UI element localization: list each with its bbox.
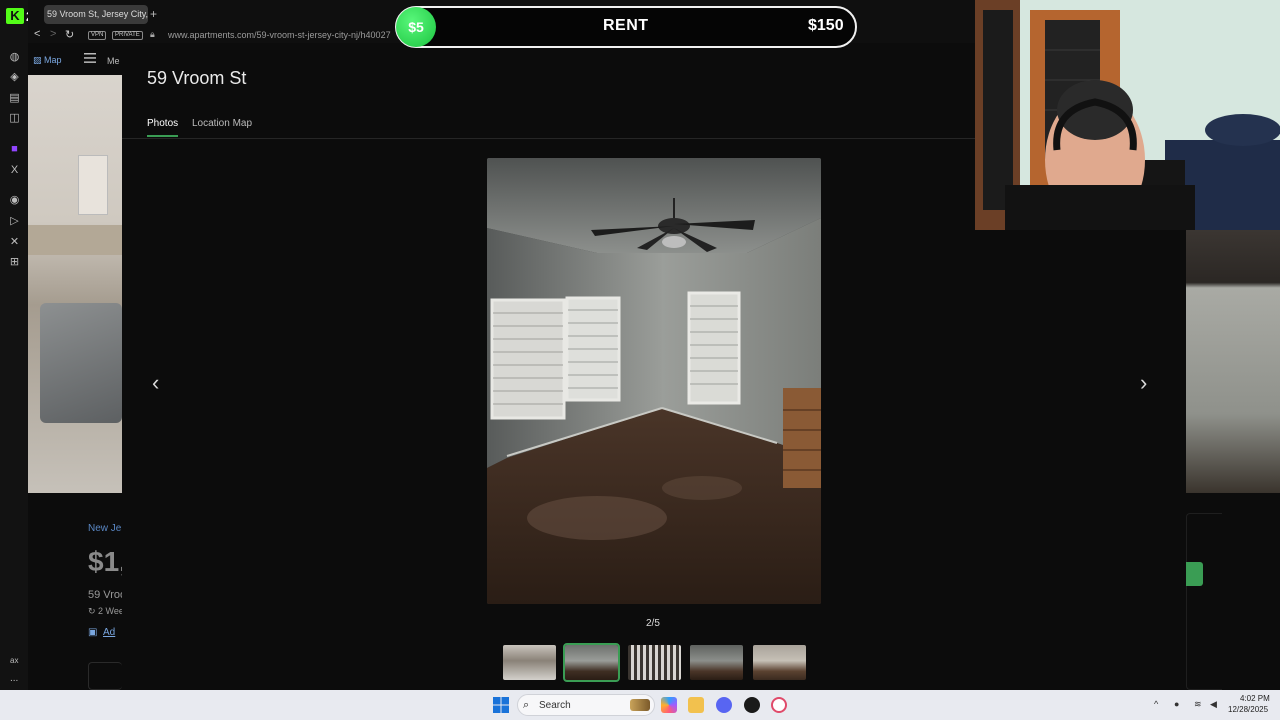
opera-icon[interactable] xyxy=(771,697,787,713)
windows-start-icon[interactable] xyxy=(493,697,509,713)
listing-updated: ↻ 2 Wee xyxy=(88,606,124,616)
private-badge: PRIVATE xyxy=(112,31,143,40)
add-link[interactable]: ▣ Ad xyxy=(88,627,115,638)
kick-logo-icon[interactable]: K xyxy=(6,8,24,24)
webcam-overlay xyxy=(975,0,1280,230)
menu-label[interactable]: Me xyxy=(107,56,120,66)
reload-icon[interactable]: ↻ xyxy=(65,28,74,41)
gamepad-icon[interactable]: ◈ xyxy=(8,71,21,84)
active-tab-indicator xyxy=(147,135,178,137)
copilot-icon[interactable] xyxy=(661,697,677,713)
city-breadcrumb-link[interactable]: New Je xyxy=(88,523,121,534)
app-icon[interactable] xyxy=(744,697,760,713)
map-link[interactable]: ▨ Map xyxy=(33,55,62,66)
microphone-icon[interactable]: ● xyxy=(1174,699,1179,709)
rent-amount: $150 xyxy=(808,17,844,34)
thumbnail-bedroom-1[interactable] xyxy=(563,643,620,682)
rail-label[interactable]: ax xyxy=(10,656,18,665)
file-explorer-icon[interactable] xyxy=(688,697,704,713)
globe-icon[interactable]: ◍ xyxy=(8,51,21,64)
tab-location-map[interactable]: Location Map xyxy=(192,118,252,129)
bag-icon[interactable]: ◫ xyxy=(8,112,21,125)
main-listing-photo xyxy=(487,158,821,604)
tools-icon[interactable]: ✕ xyxy=(8,236,21,249)
add-link-label: Ad xyxy=(103,627,116,638)
thumbnail-kitchen[interactable] xyxy=(503,645,556,680)
back-icon[interactable]: < xyxy=(34,28,40,40)
volume-icon[interactable]: ◀ xyxy=(1210,699,1217,710)
vpn-badge[interactable]: VPN xyxy=(88,31,107,40)
search-placeholder: Search xyxy=(539,700,571,711)
search-icon: ⌕ xyxy=(523,699,530,711)
rent-label: RENT xyxy=(603,17,649,34)
background-contact-button xyxy=(1186,562,1203,586)
hamburger-menu-icon[interactable] xyxy=(84,52,96,64)
background-card xyxy=(88,662,122,690)
photo-counter: 2/5 xyxy=(646,618,660,629)
new-tab-button[interactable]: + xyxy=(150,7,157,21)
rent-coin-badge: $5 xyxy=(396,7,436,47)
browser-tab[interactable]: 59 Vroom St, Jersey City, xyxy=(44,5,148,24)
divider xyxy=(122,138,975,139)
url-field[interactable]: www.apartments.com/59-vroom-st-jersey-ci… xyxy=(168,30,391,40)
clock-time[interactable]: 4:02 PM xyxy=(1240,694,1270,703)
background-sink xyxy=(40,303,122,423)
search-highlight-icon xyxy=(630,699,650,711)
clock-date[interactable]: 12/28/2025 xyxy=(1228,705,1268,714)
tab-photos[interactable]: Photos xyxy=(147,118,178,129)
twitch-icon[interactable]: ■ xyxy=(8,143,21,156)
background-right-panel xyxy=(1186,513,1222,690)
updated-text: 2 Wee xyxy=(98,606,124,616)
chevron-left-icon[interactable]: ‹ xyxy=(152,370,159,396)
thumbnail-bedroom-2[interactable] xyxy=(690,645,743,680)
chevron-up-icon[interactable]: ^ xyxy=(1154,699,1158,709)
send-icon[interactable]: ▷ xyxy=(8,215,21,228)
forward-icon[interactable]: > xyxy=(50,28,56,40)
news-icon[interactable]: ▤ xyxy=(8,92,21,105)
discord-icon[interactable] xyxy=(716,697,732,713)
play-circle-icon[interactable]: ◉ xyxy=(8,194,21,207)
chevron-right-icon[interactable]: › xyxy=(1140,370,1147,396)
lock-icon[interactable]: 🔒︎ xyxy=(150,29,155,40)
background-right-photo xyxy=(1186,230,1280,493)
listing-address: 59 Vroo xyxy=(88,589,127,601)
thumbnail-bathroom[interactable] xyxy=(628,645,681,680)
wifi-icon[interactable]: ≋ xyxy=(1194,699,1202,710)
extensions-icon[interactable]: ⊞ xyxy=(8,256,21,269)
more-icon[interactable]: ... xyxy=(10,673,18,684)
map-label: Map xyxy=(44,55,62,65)
modal-title: 59 Vroom St xyxy=(147,68,247,88)
background-listing-photo xyxy=(28,75,122,493)
thumbnail-bedroom-3[interactable] xyxy=(753,645,806,680)
x-icon[interactable]: X xyxy=(8,164,21,177)
